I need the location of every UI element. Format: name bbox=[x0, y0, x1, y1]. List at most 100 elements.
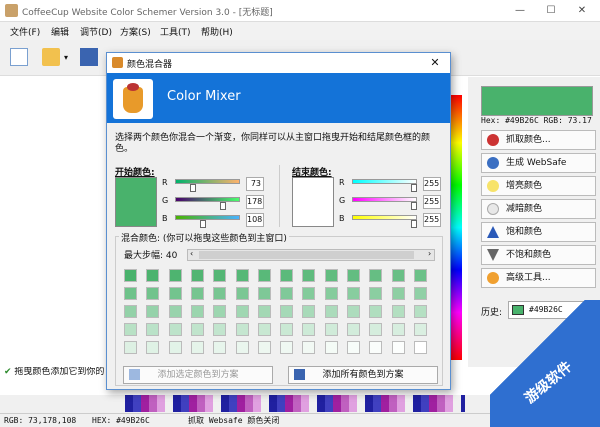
mixed-color-cell[interactable] bbox=[168, 341, 182, 354]
mixed-color-cell[interactable] bbox=[213, 341, 227, 354]
menu-file[interactable]: 文件(F) bbox=[10, 25, 40, 38]
mixed-color-cell[interactable] bbox=[213, 269, 227, 282]
menu-tools[interactable]: 工具(T) bbox=[160, 25, 191, 38]
end-g-value[interactable]: 255 bbox=[423, 195, 441, 209]
maximize-button[interactable]: ☐ bbox=[539, 3, 563, 19]
end-r-value[interactable]: 255 bbox=[423, 177, 441, 191]
mixed-color-cell[interactable] bbox=[391, 305, 405, 318]
advanced-tools-button[interactable]: 高级工具... bbox=[481, 268, 596, 288]
mixed-color-cell[interactable] bbox=[369, 269, 383, 282]
mixed-color-cell[interactable] bbox=[146, 305, 160, 318]
mixed-color-cell[interactable] bbox=[235, 323, 249, 336]
mixed-color-cell[interactable] bbox=[168, 269, 182, 282]
mixed-color-cell[interactable] bbox=[347, 323, 360, 336]
menu-edit[interactable]: 编辑 bbox=[51, 25, 69, 38]
mixed-color-cell[interactable] bbox=[347, 269, 360, 282]
mixed-color-cell[interactable] bbox=[369, 341, 383, 354]
mixed-color-cell[interactable] bbox=[124, 323, 137, 336]
mixed-color-cell[interactable] bbox=[235, 287, 249, 300]
new-file-icon[interactable] bbox=[10, 48, 28, 66]
mixed-color-cell[interactable] bbox=[146, 341, 160, 354]
minimize-button[interactable]: — bbox=[508, 3, 532, 19]
scheme-canvas[interactable] bbox=[0, 77, 108, 367]
mixed-color-cell[interactable] bbox=[168, 323, 182, 336]
mixed-color-cell[interactable] bbox=[146, 269, 160, 282]
mixed-color-cell[interactable] bbox=[302, 287, 316, 300]
start-g-value[interactable]: 178 bbox=[246, 195, 264, 209]
mixed-color-cell[interactable] bbox=[168, 287, 182, 300]
mixed-color-cell[interactable] bbox=[146, 323, 160, 336]
mixed-color-cell[interactable] bbox=[302, 305, 316, 318]
dialog-close-button[interactable]: ✕ bbox=[425, 55, 445, 71]
mixed-color-cell[interactable] bbox=[302, 269, 316, 282]
mixed-color-cell[interactable] bbox=[413, 323, 427, 336]
end-color-swatch[interactable] bbox=[292, 177, 334, 227]
end-r-slider[interactable] bbox=[352, 179, 417, 184]
end-r-thumb[interactable] bbox=[411, 184, 417, 192]
mixed-color-cell[interactable] bbox=[257, 287, 271, 300]
mixed-color-cell[interactable] bbox=[324, 323, 338, 336]
mixed-color-cell[interactable] bbox=[413, 305, 427, 318]
menu-help[interactable]: 帮助(H) bbox=[201, 25, 233, 38]
mixed-color-cell[interactable] bbox=[235, 269, 249, 282]
mixed-color-cell[interactable] bbox=[369, 287, 383, 300]
mixed-color-cell[interactable] bbox=[280, 305, 294, 318]
mixed-color-cell[interactable] bbox=[257, 305, 271, 318]
close-button[interactable]: ✕ bbox=[570, 3, 594, 19]
end-g-thumb[interactable] bbox=[411, 202, 417, 210]
mixed-color-cell[interactable] bbox=[369, 305, 383, 318]
end-b-value[interactable]: 255 bbox=[423, 213, 441, 227]
mixed-color-cell[interactable] bbox=[190, 269, 204, 282]
add-selected-button[interactable]: 添加选定颜色到方案 bbox=[123, 366, 273, 384]
mixed-color-cell[interactable] bbox=[391, 341, 405, 354]
mixed-color-cell[interactable] bbox=[124, 305, 137, 318]
mixed-color-cell[interactable] bbox=[280, 269, 294, 282]
mixed-color-cell[interactable] bbox=[280, 341, 294, 354]
save-icon[interactable] bbox=[80, 48, 98, 66]
end-b-thumb[interactable] bbox=[411, 220, 417, 228]
color-palette-strip[interactable] bbox=[125, 395, 465, 412]
mixed-color-cell[interactable] bbox=[347, 305, 360, 318]
current-color-swatch[interactable] bbox=[481, 86, 593, 116]
start-b-thumb[interactable] bbox=[200, 220, 206, 228]
saturate-button[interactable]: 饱和颜色 bbox=[481, 222, 596, 242]
mixed-color-cell[interactable] bbox=[235, 341, 249, 354]
mixed-color-cell[interactable] bbox=[124, 341, 137, 354]
open-folder-icon[interactable] bbox=[42, 48, 60, 66]
mixed-color-cell[interactable] bbox=[369, 323, 383, 336]
mixed-color-cell[interactable] bbox=[146, 287, 160, 300]
mixed-color-cell[interactable] bbox=[213, 323, 227, 336]
end-b-slider[interactable] bbox=[352, 215, 417, 220]
websafe-button[interactable]: 生成 WebSafe bbox=[481, 153, 596, 173]
scroll-right-arrow-icon[interactable]: › bbox=[428, 249, 431, 258]
mixed-color-cell[interactable] bbox=[413, 341, 427, 354]
scroll-left-arrow-icon[interactable]: ‹ bbox=[190, 249, 193, 258]
lighten-button[interactable]: 增亮颜色 bbox=[481, 176, 596, 196]
desaturate-button[interactable]: 不饱和颜色 bbox=[481, 245, 596, 265]
mixed-color-cell[interactable] bbox=[324, 341, 338, 354]
mixed-color-cell[interactable] bbox=[190, 305, 204, 318]
start-g-slider[interactable] bbox=[175, 197, 240, 202]
mixed-color-cell[interactable] bbox=[280, 323, 294, 336]
mixed-color-cell[interactable] bbox=[324, 287, 338, 300]
mixed-color-cell[interactable] bbox=[413, 287, 427, 300]
chevron-down-icon[interactable]: ▾ bbox=[64, 53, 68, 62]
mixed-color-cell[interactable] bbox=[190, 287, 204, 300]
end-g-slider[interactable] bbox=[352, 197, 417, 202]
mixed-color-cell[interactable] bbox=[391, 287, 405, 300]
mixed-color-cell[interactable] bbox=[280, 287, 294, 300]
start-r-thumb[interactable] bbox=[190, 184, 196, 192]
mixed-color-cell[interactable] bbox=[324, 305, 338, 318]
mixed-color-cell[interactable] bbox=[257, 341, 271, 354]
mixed-color-cell[interactable] bbox=[257, 269, 271, 282]
mixed-color-cell[interactable] bbox=[213, 287, 227, 300]
mixed-color-cell[interactable] bbox=[190, 323, 204, 336]
mixed-color-cell[interactable] bbox=[124, 269, 137, 282]
mixed-color-cell[interactable] bbox=[235, 305, 249, 318]
mixed-color-cell[interactable] bbox=[347, 341, 360, 354]
mixed-color-cell[interactable] bbox=[391, 269, 405, 282]
mixed-color-cell[interactable] bbox=[213, 305, 227, 318]
start-r-slider[interactable] bbox=[175, 179, 240, 184]
mixed-color-cell[interactable] bbox=[324, 269, 338, 282]
start-b-value[interactable]: 108 bbox=[246, 213, 264, 227]
